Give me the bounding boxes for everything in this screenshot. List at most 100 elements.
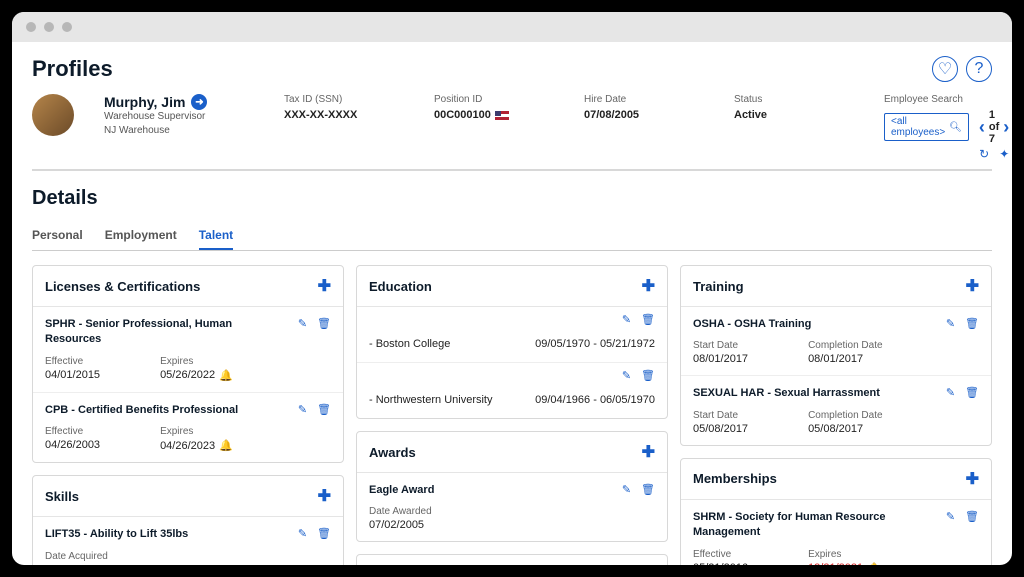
pager-prev[interactable]: ‹ — [979, 117, 985, 138]
employee-search-placeholder: <all employees> — [891, 116, 945, 138]
favorite-button[interactable]: ♡ — [932, 56, 958, 82]
delete-icon[interactable]: 🗑 — [965, 510, 979, 523]
delete-icon[interactable]: 🗑 — [641, 313, 655, 326]
license-entry: CPB - Certified Benefits Professional ✎ 🗑… — [33, 393, 343, 462]
tab-personal[interactable]: Personal — [32, 222, 83, 250]
skill-title: LIFT35 - Ability to Lift 35lbs — [45, 527, 188, 542]
heart-icon: ♡ — [938, 59, 952, 79]
membership-title: SHRM - Society for Human Resource Manage… — [693, 510, 938, 541]
award-title: Eagle Award — [369, 483, 434, 498]
delete-icon[interactable]: 🗑 — [965, 317, 979, 330]
training-item-title: OSHA - OSHA Training — [693, 317, 811, 332]
license-title: CPB - Certified Benefits Professional — [45, 403, 238, 418]
memberships-title: Memberships — [693, 471, 777, 486]
content-grid: Licenses & Certifications ✚ SPHR - Senio… — [32, 265, 992, 565]
edit-icon[interactable]: ✎ — [298, 403, 307, 416]
status-col: Status Active — [734, 94, 854, 121]
skills-card: Skills ✚ LIFT35 - Ability to Lift 35lbs … — [32, 475, 344, 565]
awards-card: Awards ✚ Eagle Award ✎🗑 Date Awarded07/0… — [356, 431, 668, 542]
help-button[interactable]: ? — [966, 56, 992, 82]
status-value: Active — [734, 109, 854, 121]
licenses-title: Licenses & Certifications — [45, 279, 200, 294]
delete-icon[interactable]: 🗑 — [317, 403, 331, 416]
employee-block: Murphy, Jim ➜ Warehouse Supervisor NJ Wa… — [104, 94, 254, 138]
help-icon: ? — [975, 60, 984, 78]
chrome-bar — [12, 12, 1012, 42]
tabs: Personal Employment Talent — [32, 222, 992, 251]
employee-open-icon[interactable]: ➜ — [191, 94, 207, 110]
training-entry: SEXUAL HAR - Sexual Harrassment ✎🗑 Start… — [681, 376, 991, 444]
employee-search-label: Employee Search — [884, 94, 963, 105]
edit-icon[interactable]: ✎ — [622, 483, 631, 496]
edit-icon[interactable]: ✎ — [946, 510, 955, 523]
pager: ‹ 1 of 7 › — [979, 109, 1009, 145]
delete-icon[interactable]: 🗑 — [317, 317, 331, 330]
skills-title: Skills — [45, 489, 79, 504]
employee-location: NJ Warehouse — [104, 124, 254, 138]
add-icon[interactable]: ✦ — [999, 147, 1009, 161]
licenses-card: Licenses & Certifications ✚ SPHR - Senio… — [32, 265, 344, 463]
tax-id-label: Tax ID (SSN) — [284, 94, 404, 105]
edit-icon[interactable]: ✎ — [946, 317, 955, 330]
memberships-card: Memberships ✚ SHRM - Society for Human R… — [680, 458, 992, 565]
employee-search-box[interactable]: <all employees> 🔍︎ — [884, 113, 969, 141]
hire-date-label: Hire Date — [584, 94, 704, 105]
delete-icon[interactable]: 🗑 — [317, 527, 331, 540]
tab-talent[interactable]: Talent — [199, 222, 233, 250]
edit-icon[interactable]: ✎ — [622, 369, 631, 382]
licenses-add-button[interactable]: ✚ — [318, 276, 331, 296]
memberships-add-button[interactable]: ✚ — [966, 469, 979, 489]
app: Profiles ♡ ? Murphy, Jim ➜ Warehouse Sup… — [12, 42, 1012, 565]
skill-entry: LIFT35 - Ability to Lift 35lbs ✎🗑 Date A… — [33, 517, 343, 565]
position-id-col: Position ID 00C000100 — [434, 94, 554, 121]
training-add-button[interactable]: ✚ — [966, 276, 979, 296]
delete-icon[interactable]: 🗑 — [641, 369, 655, 382]
us-flag-icon — [495, 111, 509, 120]
employee-role: Warehouse Supervisor — [104, 110, 254, 124]
pager-next[interactable]: › — [1003, 117, 1009, 138]
profile-bar: Murphy, Jim ➜ Warehouse Supervisor NJ Wa… — [32, 82, 992, 171]
training-card: Training ✚ OSHA - OSHA Training ✎🗑 Start… — [680, 265, 992, 446]
training-title: Training — [693, 279, 744, 294]
traffic-light-close[interactable] — [26, 22, 36, 32]
employee-search-area: Employee Search <all employees> 🔍︎ ‹ 1 o… — [884, 94, 1009, 161]
tab-employment[interactable]: Employment — [105, 222, 177, 250]
edit-icon[interactable]: ✎ — [298, 317, 307, 330]
traffic-light-min[interactable] — [44, 22, 54, 32]
bell-icon: 🔔 — [219, 439, 233, 452]
delete-icon[interactable]: 🗑 — [965, 386, 979, 399]
license-title: SPHR - Senior Professional, Human Resour… — [45, 317, 290, 348]
skills-add-button[interactable]: ✚ — [318, 486, 331, 506]
edit-icon[interactable]: ✎ — [622, 313, 631, 326]
delete-icon[interactable]: 🗑 — [641, 483, 655, 496]
traffic-light-max[interactable] — [62, 22, 72, 32]
bell-icon: 🔔 — [219, 369, 233, 382]
hire-date-value: 07/08/2005 — [584, 109, 704, 121]
page-header: Profiles ♡ ? — [32, 56, 992, 82]
status-label: Status — [734, 94, 854, 105]
position-id-value: 00C000100 — [434, 109, 554, 121]
education-entry: - Northwestern University 09/04/1966 - 0… — [357, 382, 667, 418]
browser-frame: Profiles ♡ ? Murphy, Jim ➜ Warehouse Sup… — [12, 12, 1012, 565]
details-title: Details — [32, 187, 992, 210]
education-add-button[interactable]: ✚ — [642, 276, 655, 296]
page-title: Profiles — [32, 56, 113, 82]
avatar[interactable] — [32, 94, 74, 136]
tax-id-col: Tax ID (SSN) XXX-XX-XXXX — [284, 94, 404, 121]
training-item-title: SEXUAL HAR - Sexual Harrassment — [693, 386, 880, 401]
languages-card: Languages ✚ — [356, 554, 668, 565]
search-icon: 🔍︎ — [949, 122, 962, 133]
license-entry: SPHR - Senior Professional, Human Resour… — [33, 307, 343, 393]
edit-icon[interactable]: ✎ — [298, 527, 307, 540]
position-id-label: Position ID — [434, 94, 554, 105]
membership-entry: SHRM - Society for Human Resource Manage… — [681, 500, 991, 565]
awards-add-button[interactable]: ✚ — [642, 442, 655, 462]
pager-text: 1 of 7 — [989, 109, 999, 145]
education-title: Education — [369, 279, 432, 294]
training-entry: OSHA - OSHA Training ✎🗑 Start Date08/01/… — [681, 307, 991, 376]
hire-date-col: Hire Date 07/08/2005 — [584, 94, 704, 121]
refresh-icon[interactable]: ↻ — [979, 147, 989, 161]
awards-title: Awards — [369, 445, 416, 460]
education-entry: - Boston College 09/05/1970 - 05/21/1972 — [357, 326, 667, 363]
edit-icon[interactable]: ✎ — [946, 386, 955, 399]
